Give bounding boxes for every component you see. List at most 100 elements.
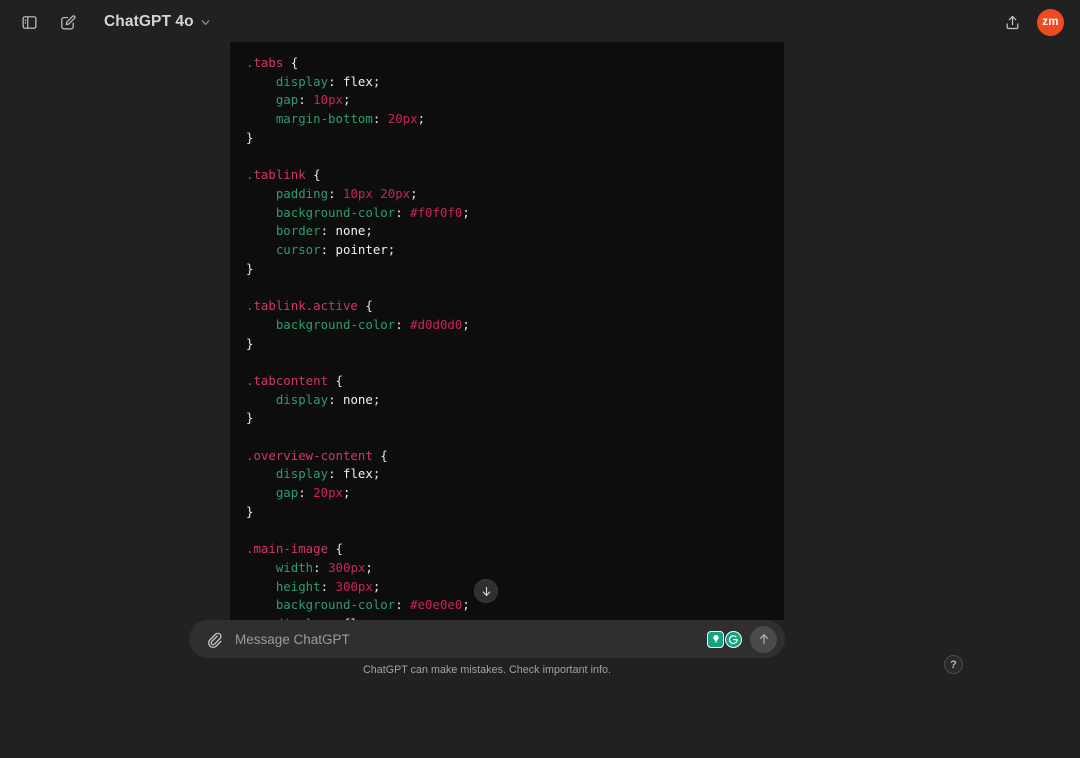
code-token: 10px [313,92,343,108]
code-token: : [320,578,336,594]
scroll-to-bottom-button[interactable] [474,579,498,603]
code-token: ; [372,578,381,594]
code-token: gap [275,485,299,501]
avatar[interactable]: zm [1037,8,1064,36]
code-token: .main-image [246,541,329,557]
code-token: display [275,466,329,482]
code-token: } [246,410,254,426]
code-token: : [298,92,314,108]
code-token: 300px [335,578,373,594]
code-token: .tabs [246,55,284,70]
message-input[interactable] [227,631,707,647]
code-token: } [246,503,254,519]
code-token: { [357,298,373,314]
code-line: width: 300px; [246,559,768,578]
code-token: .overview-content [246,447,373,463]
code-line: .tablink.active { [246,297,768,316]
code-token: ; [462,597,470,613]
code-line: } [246,260,768,279]
new-chat-button[interactable] [52,7,82,37]
code-token: 20px [313,485,343,501]
lightbulb-icon[interactable] [707,630,724,648]
code-line: .main-image { [246,540,768,559]
code-line: cursor: pointer; [246,241,768,260]
code-line: } [246,503,768,522]
model-switcher-button[interactable]: ChatGPT 4o [96,8,220,36]
code-token: flex [342,73,373,89]
code-token: display [275,73,329,89]
code-token: ; [462,204,470,220]
code-token: ; [387,242,396,258]
code-token: : [328,185,343,201]
code-token: { [283,55,299,70]
extension-icons-group [707,630,742,648]
code-line: gap: 20px; [246,484,768,503]
sidebar-toggle-button[interactable] [14,7,44,37]
code-token: gap [275,92,299,108]
code-token: : [320,223,336,239]
code-token: background-color [275,316,396,332]
code-token: .tablink.active [246,298,358,314]
send-button[interactable] [750,625,777,653]
code-line: display: flex; [246,465,768,484]
code-token: ; [343,92,351,108]
lightbulb-glyph [712,635,719,643]
code-line: margin-bottom: 20px; [246,110,768,129]
code-line: } [246,335,768,354]
code-line: border: none; [246,222,768,241]
code-token: : [395,204,411,220]
code-token: { [328,541,343,557]
code-token: .tabcontent [246,372,329,388]
code-token: 300px [328,559,366,575]
composer-area: ChatGPT can make mistakes. Check importa… [0,620,1080,758]
code-token: } [246,335,254,351]
code-line: } [246,129,768,148]
conversation-thread: .tabs { display: flex; gap: 10px; margin… [0,42,1080,620]
code-token: : [372,111,388,127]
attach-file-button[interactable] [201,626,227,652]
code-token: ; [365,223,373,239]
code-token: : [328,73,343,89]
code-token: } [246,129,254,145]
help-button[interactable]: ? [944,655,963,674]
code-line: display: flex; [246,73,768,92]
code-token: #f0f0f0 [410,204,463,220]
compose-pencil-icon [60,14,75,29]
code-token: { [305,167,321,183]
code-token: padding [275,185,329,201]
code-token: { [328,372,343,388]
code-token: : [313,559,329,575]
message-composer [189,620,785,658]
paperclip-icon [207,632,221,648]
code-token: background-color [275,597,396,613]
code-token: pointer [335,242,388,258]
code-token: ; [343,485,351,501]
code-token: : [328,391,343,407]
code-line: display: none; [246,391,768,410]
code-token: display [275,391,329,407]
code-token: ; [417,111,426,127]
code-token: ; [372,391,381,407]
code-line: gap: 10px; [246,91,768,110]
share-button[interactable] [997,7,1027,37]
grammarly-icon[interactable] [725,630,742,648]
code-line: background-color: #e0e0e0; [246,596,768,615]
code-line: .tablink { [246,166,768,185]
code-token: : [395,597,411,613]
code-token: cursor [275,242,321,258]
